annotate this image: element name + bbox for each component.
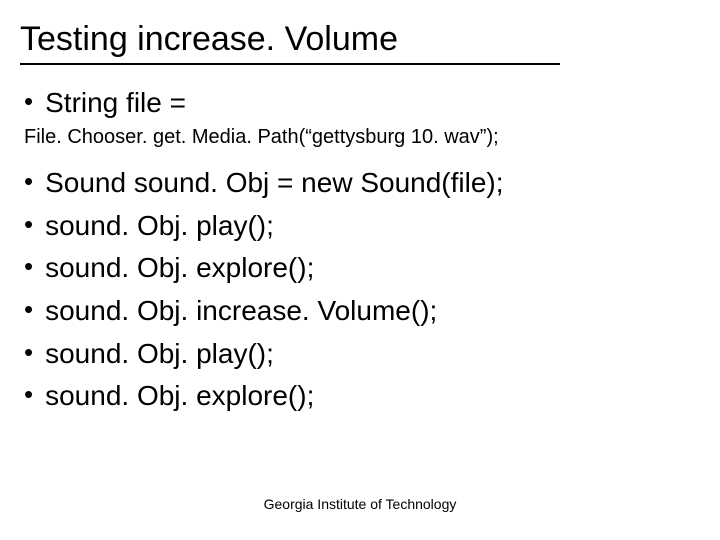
code-line: File. Chooser. get. Media. Path(“gettysb… [24, 126, 700, 149]
bullet-list: • Sound sound. Obj = new Sound(file); • … [20, 163, 700, 417]
bullet-dot-icon: • [24, 163, 33, 199]
bullet-text: sound. Obj. explore(); [45, 376, 314, 417]
bullet-row: • sound. Obj. increase. Volume(); [20, 291, 700, 332]
bullet-row: • String file = [20, 83, 700, 122]
bullet-row: • sound. Obj. explore(); [20, 248, 700, 289]
slide-title: Testing increase. Volume [20, 20, 560, 65]
bullet-dot-icon: • [24, 206, 33, 242]
bullet-dot-icon: • [24, 83, 33, 119]
bullet-dot-icon: • [24, 334, 33, 370]
bullet-row: • sound. Obj. play(); [20, 206, 700, 247]
bullet-row: • sound. Obj. explore(); [20, 376, 700, 417]
bullet-dot-icon: • [24, 376, 33, 412]
bullet-dot-icon: • [24, 248, 33, 284]
footer-attribution: Georgia Institute of Technology [0, 496, 720, 512]
bullet-row: • sound. Obj. play(); [20, 334, 700, 375]
bullet-row: • Sound sound. Obj = new Sound(file); [20, 163, 700, 204]
bullet-text: Sound sound. Obj = new Sound(file); [45, 163, 503, 204]
bullet-dot-icon: • [24, 291, 33, 327]
bullet-text: sound. Obj. play(); [45, 334, 274, 375]
bullet-text: sound. Obj. play(); [45, 206, 274, 247]
bullet-text: String file = [45, 83, 186, 122]
bullet-text: sound. Obj. explore(); [45, 248, 314, 289]
bullet-text: sound. Obj. increase. Volume(); [45, 291, 437, 332]
